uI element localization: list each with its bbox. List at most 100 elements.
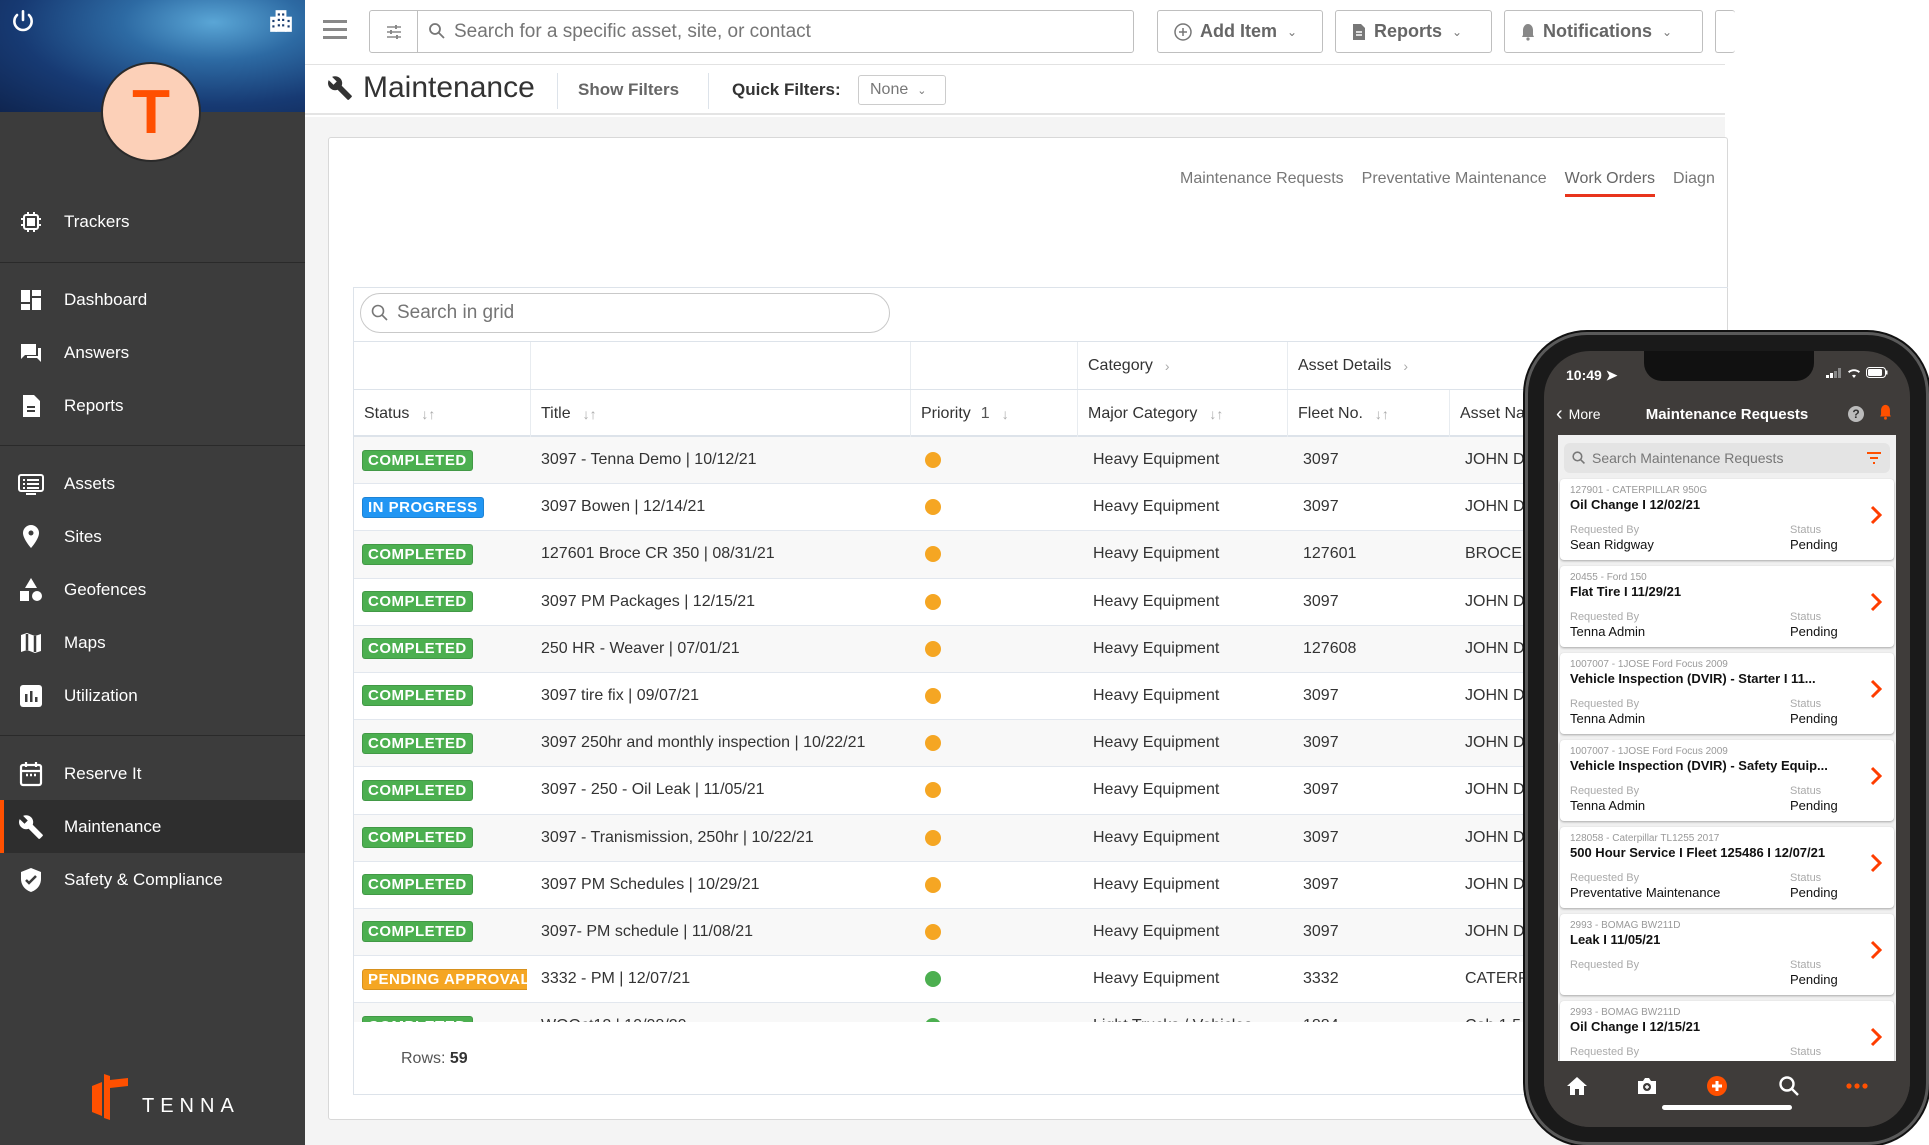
table-row[interactable]: COMPLETED 3097- PM schedule | 11/08/21 Hea… (354, 908, 1729, 957)
request-card[interactable]: 20455 - Ford 150 Flat Tire I 11/29/21 Requ… (1560, 566, 1894, 647)
title-cell[interactable]: WOOct12 | 10/08/20 (541, 1003, 906, 1022)
chevron-right-icon[interactable] (1870, 940, 1883, 965)
chevron-right-icon[interactable] (1870, 1027, 1883, 1052)
grid-search-input[interactable] (397, 302, 857, 324)
tab-diagnostics[interactable]: Diagn (1673, 170, 1715, 197)
power-icon[interactable] (10, 8, 36, 34)
filter-icon[interactable] (1866, 451, 1882, 467)
sort-icon[interactable]: ↓↑ (1209, 406, 1223, 422)
table-row[interactable]: COMPLETED 127601 Broce CR 350 | 08/31/21 H… (354, 531, 1729, 579)
search-icon[interactable] (1776, 1073, 1802, 1099)
sort-icon[interactable]: ↓↑ (421, 406, 435, 422)
request-card[interactable]: 128058 - Caterpillar TL1255 2017 500 Hour… (1560, 827, 1894, 908)
status-cell: COMPLETED (362, 626, 527, 672)
menu-icon[interactable] (323, 20, 347, 42)
filter-settings-button[interactable] (370, 11, 418, 52)
chevron-right-icon[interactable] (1870, 853, 1883, 878)
top-bar: Add Item ⌄ Reports ⌄ Notifications ⌄ (305, 0, 1735, 65)
chevron-right-icon[interactable] (1870, 592, 1883, 617)
sidebar-item-answers[interactable]: Answers (0, 326, 305, 379)
sidebar-item-geofences[interactable]: Geofences (0, 563, 305, 616)
sidebar-item-utilization[interactable]: Utilization (0, 669, 305, 722)
more-icon[interactable] (1844, 1073, 1870, 1099)
phone-search[interactable]: Search Maintenance Requests (1564, 443, 1890, 473)
table-row[interactable]: COMPLETED 3097 250hr and monthly inspecti… (354, 720, 1729, 768)
table-row[interactable]: COMPLETED 250 HR - Weaver | 07/01/21 Heavy… (354, 625, 1729, 673)
table-row[interactable]: COMPLETED 3097 tire fix | 09/07/21 Heavy E… (354, 673, 1729, 721)
table-row[interactable]: COMPLETED 3097 PM Schedules | 10/29/21 Hea… (354, 862, 1729, 909)
priority-indicator (925, 876, 941, 893)
title-cell[interactable]: 3097- PM schedule | 11/08/21 (541, 909, 906, 955)
request-card[interactable]: 2993 - BOMAG BW211D Oil Change I 12/15/21… (1560, 1001, 1894, 1061)
group-header-empty (910, 342, 1077, 389)
request-card[interactable]: 127901 - CATERPILLAR 950G Oil Change I 12… (1560, 479, 1894, 560)
tab-work-orders[interactable]: Work Orders (1564, 170, 1656, 197)
priority-cell (925, 720, 965, 766)
title-cell[interactable]: 250 HR - Weaver | 07/01/21 (541, 626, 906, 672)
notifications-button[interactable]: Notifications ⌄ (1504, 10, 1703, 53)
table-row[interactable]: COMPLETED 3097 PM Packages | 12/15/21 Heav… (354, 579, 1729, 626)
phone-search-placeholder: Search Maintenance Requests (1592, 450, 1784, 466)
sidebar-item-trackers[interactable]: Trackers (0, 195, 305, 248)
priority-cell (925, 862, 965, 908)
table-row[interactable]: COMPLETED WOOct12 | 10/08/20 Light Trucks … (354, 1003, 1729, 1022)
request-card[interactable]: 2993 - BOMAG BW211D Leak I 11/05/21 Reques… (1560, 914, 1894, 995)
request-card[interactable]: 1007007 - 1JOSE Ford Focus 2009 Vehicle I… (1560, 653, 1894, 734)
camera-icon[interactable] (1634, 1073, 1660, 1099)
table-row[interactable]: COMPLETED 3097 - 250 - Oil Leak | 11/05/2… (354, 767, 1729, 815)
document-icon (17, 392, 45, 420)
tab-preventative-maintenance[interactable]: Preventative Maintenance (1362, 170, 1547, 197)
phone-nav-bar: ‹ More Maintenance Requests ? (1544, 395, 1910, 433)
chevron-right-icon[interactable] (1870, 766, 1883, 791)
column-header-major-category[interactable]: Major Category ↓↑ (1077, 390, 1287, 437)
column-header-fleet-no[interactable]: Fleet No. ↓↑ (1287, 390, 1449, 437)
table-row[interactable]: COMPLETED 3097 - Tenna Demo | 10/12/21 Hea… (354, 437, 1729, 485)
add-item-button[interactable]: Add Item ⌄ (1157, 10, 1323, 53)
title-cell[interactable]: 3097 tire fix | 09/07/21 (541, 673, 906, 719)
title-cell[interactable]: 3097 PM Schedules | 10/29/21 (541, 862, 906, 908)
sort-desc-icon[interactable]: ↓ (1002, 406, 1009, 422)
priority-cell (925, 437, 965, 483)
sidebar-item-dashboard[interactable]: Dashboard (0, 273, 305, 326)
title-cell[interactable]: 3097 250hr and monthly inspection | 10/2… (541, 720, 906, 766)
home-icon[interactable] (1564, 1073, 1590, 1099)
sidebar-item-sites[interactable]: Sites (0, 510, 305, 563)
fleet-no-header-label: Fleet No. (1298, 404, 1363, 422)
request-card[interactable]: 1007007 - 1JOSE Ford Focus 2009 Vehicle I… (1560, 740, 1894, 821)
chevron-right-icon[interactable] (1870, 505, 1883, 530)
column-header-priority[interactable]: Priority 1 ↓ (910, 390, 1077, 437)
tab-maintenance-requests[interactable]: Maintenance Requests (1180, 170, 1344, 197)
quick-filters-select[interactable]: None ⌄ (858, 75, 946, 105)
title-cell[interactable]: 127601 Broce CR 350 | 08/31/21 (541, 531, 906, 577)
sidebar-item-maps[interactable]: Maps (0, 616, 305, 669)
chevron-right-icon[interactable] (1870, 679, 1883, 704)
sidebar-item-maintenance[interactable]: Maintenance (0, 800, 305, 853)
table-row[interactable]: COMPLETED 3097 - Tranismission, 250hr | 1… (354, 814, 1729, 862)
help-icon[interactable]: ? (1848, 406, 1864, 422)
reports-button[interactable]: Reports ⌄ (1335, 10, 1492, 53)
sidebar-item-safety-compliance[interactable]: Safety & Compliance (0, 853, 305, 906)
show-filters-button[interactable]: Show Filters (578, 80, 679, 100)
sidebar-item-assets[interactable]: Assets (0, 457, 305, 510)
title-cell[interactable]: 3097 - Tenna Demo | 10/12/21 (541, 437, 906, 483)
sort-icon[interactable]: ↓↑ (1375, 406, 1389, 422)
add-icon[interactable] (1704, 1073, 1730, 1099)
table-row[interactable]: IN PROGRESS 3097 Bowen | 12/14/21 Heavy Eq… (354, 484, 1729, 532)
title-cell[interactable]: 3332 - PM | 12/07/21 (541, 956, 906, 1002)
group-header-category[interactable]: Category › (1077, 342, 1287, 389)
global-search-input[interactable] (418, 11, 1133, 52)
title-cell[interactable]: 3097 PM Packages | 12/15/21 (541, 579, 906, 625)
title-cell[interactable]: 3097 - 250 - Oil Leak | 11/05/21 (541, 767, 906, 813)
title-cell[interactable]: 3097 Bowen | 12/14/21 (541, 484, 906, 530)
avatar[interactable]: T (101, 62, 201, 162)
column-header-title[interactable]: Title ↓↑ (530, 390, 910, 437)
building-icon[interactable] (268, 8, 294, 34)
bell-icon[interactable] (1879, 404, 1892, 425)
sidebar-item-reports[interactable]: Reports (0, 379, 305, 432)
column-header-status[interactable]: Status ↓↑ (354, 390, 530, 437)
sidebar-item-reserve-it[interactable]: Reserve It (0, 747, 305, 800)
sort-icon[interactable]: ↓↑ (583, 406, 597, 422)
table-row[interactable]: PENDING APPROVAL 3332 - PM | 12/07/21 Heav… (354, 956, 1729, 1004)
overflow-button[interactable] (1715, 10, 1735, 53)
title-cell[interactable]: 3097 - Tranismission, 250hr | 10/22/21 (541, 815, 906, 861)
